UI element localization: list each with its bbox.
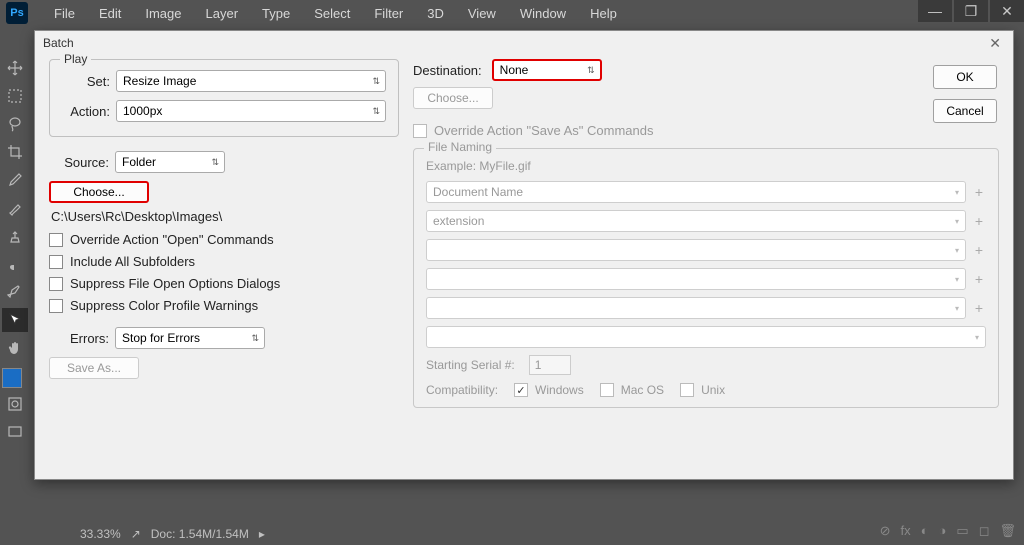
suppress-color-checkbox[interactable] xyxy=(49,299,63,313)
compat-mac-label: Mac OS xyxy=(621,383,664,397)
menu-type[interactable]: Type xyxy=(250,6,302,21)
status-icons: ⊘ fx ◐ ◑ ▭ ◻ 🗑 xyxy=(880,523,1016,539)
example-value: MyFile.gif xyxy=(479,159,530,173)
doc-size: Doc: 1.54M/1.54M xyxy=(151,527,249,541)
menu-help[interactable]: Help xyxy=(578,6,629,21)
plus-icon: + xyxy=(972,271,986,287)
dialog-title: Batch xyxy=(43,36,74,50)
quick-mask-icon[interactable] xyxy=(2,392,28,416)
play-legend: Play xyxy=(60,52,91,66)
override-save-label: Override Action "Save As" Commands xyxy=(434,123,654,138)
menu-window[interactable]: Window xyxy=(508,6,578,21)
compat-unix-checkbox xyxy=(680,383,694,397)
menu-layer[interactable]: Layer xyxy=(194,6,251,21)
file-naming-fieldset: File Naming Example: MyFile.gif Document… xyxy=(413,148,999,408)
window-controls: — ❐ ✕ xyxy=(916,0,1024,22)
compat-windows-checkbox xyxy=(514,383,528,397)
override-open-checkbox[interactable] xyxy=(49,233,63,247)
gradient-tool-icon[interactable] xyxy=(2,252,28,276)
hand-tool-icon[interactable] xyxy=(2,336,28,360)
source-path: C:\Users\Rc\Desktop\Images\ xyxy=(51,209,399,224)
dialog-close-icon[interactable]: ✕ xyxy=(985,35,1005,52)
example-label: Example: xyxy=(426,159,476,173)
link-icon[interactable]: ⊘ xyxy=(880,523,891,539)
suppress-dialogs-checkbox[interactable] xyxy=(49,277,63,291)
eyedropper-tool-icon[interactable] xyxy=(2,168,28,192)
destination-choose-button: Choose... xyxy=(413,87,493,109)
errors-label: Errors: xyxy=(49,331,109,346)
pen-tool-icon[interactable] xyxy=(2,280,28,304)
play-fieldset: Play Set: Resize Image Action: 1000px xyxy=(49,59,399,137)
menu-filter[interactable]: Filter xyxy=(362,6,415,21)
zoom-level: 33.33% xyxy=(80,527,121,541)
compat-unix-label: Unix xyxy=(701,383,725,397)
include-subfolders-checkbox[interactable] xyxy=(49,255,63,269)
compat-label: Compatibility: xyxy=(426,383,498,397)
trash-icon[interactable]: 🗑 xyxy=(999,523,1016,539)
foreground-color-swatch[interactable] xyxy=(2,368,22,388)
fx-icon[interactable]: fx xyxy=(901,523,911,539)
menu-view[interactable]: View xyxy=(456,6,508,21)
menu-select[interactable]: Select xyxy=(302,6,362,21)
minimize-button[interactable]: — xyxy=(918,0,952,22)
close-window-button[interactable]: ✕ xyxy=(990,0,1024,22)
move-tool-icon[interactable] xyxy=(2,56,28,80)
statusbar: 33.33% ↗ Doc: 1.54M/1.54M ▸ xyxy=(80,527,265,541)
action-label: Action: xyxy=(62,104,110,119)
ps-logo: Ps xyxy=(6,2,28,24)
naming-field-4 xyxy=(426,268,966,290)
suppress-dialogs-label: Suppress File Open Options Dialogs xyxy=(70,276,280,291)
plus-icon: + xyxy=(972,242,986,258)
screen-mode-icon[interactable] xyxy=(2,420,28,444)
marquee-tool-icon[interactable] xyxy=(2,84,28,108)
action-select[interactable]: 1000px xyxy=(116,100,386,122)
crop-tool-icon[interactable] xyxy=(2,140,28,164)
batch-dialog: Batch ✕ OK Cancel Play Set: Resize Image… xyxy=(34,30,1014,480)
folder-icon[interactable]: ▭ xyxy=(956,523,968,539)
plus-icon: + xyxy=(972,300,986,316)
adjustment-icon[interactable]: ◑ xyxy=(939,523,947,539)
path-selection-icon[interactable] xyxy=(2,308,28,332)
menu-3d[interactable]: 3D xyxy=(415,6,456,21)
serial-input xyxy=(529,355,571,375)
naming-field-5 xyxy=(426,297,966,319)
compat-mac-checkbox xyxy=(600,383,614,397)
destination-select[interactable]: None xyxy=(492,59,602,81)
dialog-titlebar: Batch ✕ xyxy=(35,31,1013,55)
serial-label: Starting Serial #: xyxy=(426,358,515,372)
chevron-right-icon[interactable]: ▸ xyxy=(259,527,265,541)
source-select[interactable]: Folder xyxy=(115,151,225,173)
override-open-label: Override Action "Open" Commands xyxy=(70,232,274,247)
suppress-color-label: Suppress Color Profile Warnings xyxy=(70,298,258,313)
set-label: Set: xyxy=(62,74,110,89)
source-label: Source: xyxy=(49,155,109,170)
menu-edit[interactable]: Edit xyxy=(87,6,133,21)
export-icon[interactable]: ↗ xyxy=(131,527,141,541)
naming-field-3 xyxy=(426,239,966,261)
naming-field-2: extension xyxy=(426,210,966,232)
destination-label: Destination: xyxy=(413,63,482,78)
clone-tool-icon[interactable] xyxy=(2,224,28,248)
naming-field-1: Document Name xyxy=(426,181,966,203)
menu-image[interactable]: Image xyxy=(133,6,193,21)
errors-select[interactable]: Stop for Errors xyxy=(115,327,265,349)
compat-windows-label: Windows xyxy=(535,383,584,397)
maximize-button[interactable]: ❐ xyxy=(954,0,988,22)
include-subfolders-label: Include All Subfolders xyxy=(70,254,195,269)
set-select[interactable]: Resize Image xyxy=(116,70,386,92)
brush-tool-icon[interactable] xyxy=(2,196,28,220)
new-layer-icon[interactable]: ◻ xyxy=(979,523,990,539)
menubar: Ps File Edit Image Layer Type Select Fil… xyxy=(0,0,1024,26)
plus-icon: + xyxy=(972,184,986,200)
source-choose-button[interactable]: Choose... xyxy=(49,181,149,203)
menu-file[interactable]: File xyxy=(42,6,87,21)
lasso-tool-icon[interactable] xyxy=(2,112,28,136)
mask-icon[interactable]: ◐ xyxy=(921,523,929,539)
override-save-checkbox xyxy=(413,124,427,138)
file-naming-legend: File Naming xyxy=(424,140,496,154)
plus-icon: + xyxy=(972,213,986,229)
naming-field-6 xyxy=(426,326,986,348)
save-as-button: Save As... xyxy=(49,357,139,379)
tools-toolbar xyxy=(2,56,32,444)
